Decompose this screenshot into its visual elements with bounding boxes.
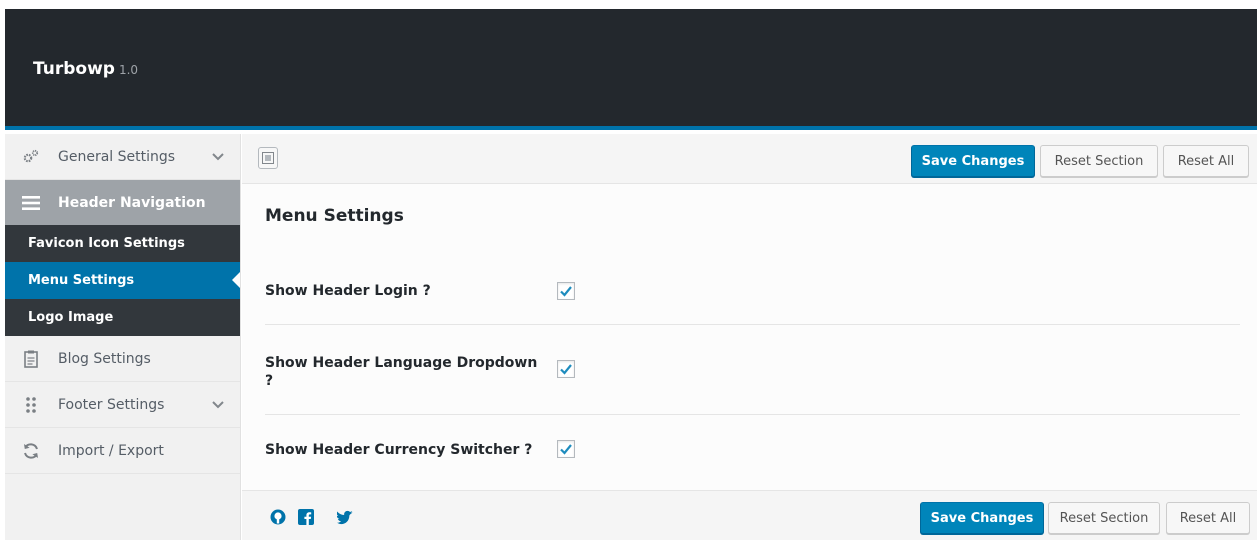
reset-all-button[interactable]: Reset All xyxy=(1163,145,1249,177)
app-name: Turbowp xyxy=(33,59,115,79)
sidebar-item-label: Header Navigation xyxy=(58,194,206,211)
setting-row-header-currency-switcher: Show Header Currency Switcher ? xyxy=(265,415,1240,490)
sidebar-item-header-navigation[interactable]: Header Navigation xyxy=(5,180,240,225)
show-header-language-dropdown-checkbox[interactable] xyxy=(557,360,575,378)
setting-label: Show Header Language Dropdown ? xyxy=(265,355,538,389)
dots-grid-icon xyxy=(22,396,40,414)
top-toolbar: Save Changes Reset Section Reset All xyxy=(242,134,1257,184)
sidebar-item-label: General Settings xyxy=(58,148,176,165)
twitter-icon[interactable] xyxy=(337,509,353,525)
panel-header: Turbowp 1.0 xyxy=(5,9,1257,130)
setting-label: Show Header Login ? xyxy=(265,283,431,299)
show-header-login-checkbox[interactable] xyxy=(557,282,575,300)
expand-icon xyxy=(262,152,274,164)
submenu-item-logo-image[interactable]: Logo Image xyxy=(5,299,240,336)
setting-row-header-language-dropdown: Show Header Language Dropdown ? xyxy=(265,325,1240,415)
chevron-down-icon[interactable] xyxy=(210,396,226,412)
options-panel: Turbowp 1.0 General Settings Header Navig… xyxy=(5,9,1257,540)
expand-options-button[interactable] xyxy=(258,147,278,169)
reset-section-button[interactable]: Reset Section xyxy=(1040,145,1158,177)
setting-row-header-login: Show Header Login ? xyxy=(265,254,1240,325)
sidebar-item-label: Blog Settings xyxy=(58,350,151,367)
app-title: Turbowp 1.0 xyxy=(33,59,138,79)
sidebar-item-import-export[interactable]: Import / Export xyxy=(5,428,240,474)
checkmark-icon xyxy=(560,444,572,455)
section-title: Menu Settings xyxy=(265,206,404,226)
footer-reset-all-button[interactable]: Reset All xyxy=(1166,502,1250,534)
facebook-icon[interactable] xyxy=(298,509,314,525)
app-version: 1.0 xyxy=(118,63,139,77)
checkmark-icon xyxy=(560,286,572,297)
sidebar-item-label: Import / Export xyxy=(58,442,164,459)
show-header-currency-switcher-checkbox[interactable] xyxy=(557,440,575,458)
setting-label: Show Header Currency Switcher ? xyxy=(265,442,533,458)
main-content: Save Changes Reset Section Reset All Men… xyxy=(242,134,1257,540)
sidebar-item-label: Footer Settings xyxy=(58,396,165,413)
save-changes-button[interactable]: Save Changes xyxy=(911,145,1035,177)
footer-save-changes-button[interactable]: Save Changes xyxy=(920,502,1044,534)
gears-icon xyxy=(22,148,40,166)
checkmark-icon xyxy=(560,364,572,375)
submenu-item-favicon-icon-settings[interactable]: Favicon Icon Settings xyxy=(5,225,240,262)
clipboard-icon xyxy=(22,350,40,368)
sidebar: General Settings Header Navigation Favic… xyxy=(5,134,241,540)
menu-icon xyxy=(22,194,40,212)
refresh-icon xyxy=(22,442,40,460)
sidebar-item-footer-settings[interactable]: Footer Settings xyxy=(5,382,240,428)
bottom-toolbar: Save Changes Reset Section Reset All xyxy=(242,490,1257,540)
sidebar-item-blog-settings[interactable]: Blog Settings xyxy=(5,336,240,382)
submenu-item-menu-settings[interactable]: Menu Settings xyxy=(5,262,240,299)
sidebar-item-general-settings[interactable]: General Settings xyxy=(5,134,240,180)
header-navigation-submenu: Favicon Icon Settings Menu Settings Logo… xyxy=(5,225,240,336)
github-icon[interactable] xyxy=(270,509,286,525)
chevron-down-icon[interactable] xyxy=(210,148,226,164)
footer-reset-section-button[interactable]: Reset Section xyxy=(1048,502,1160,534)
